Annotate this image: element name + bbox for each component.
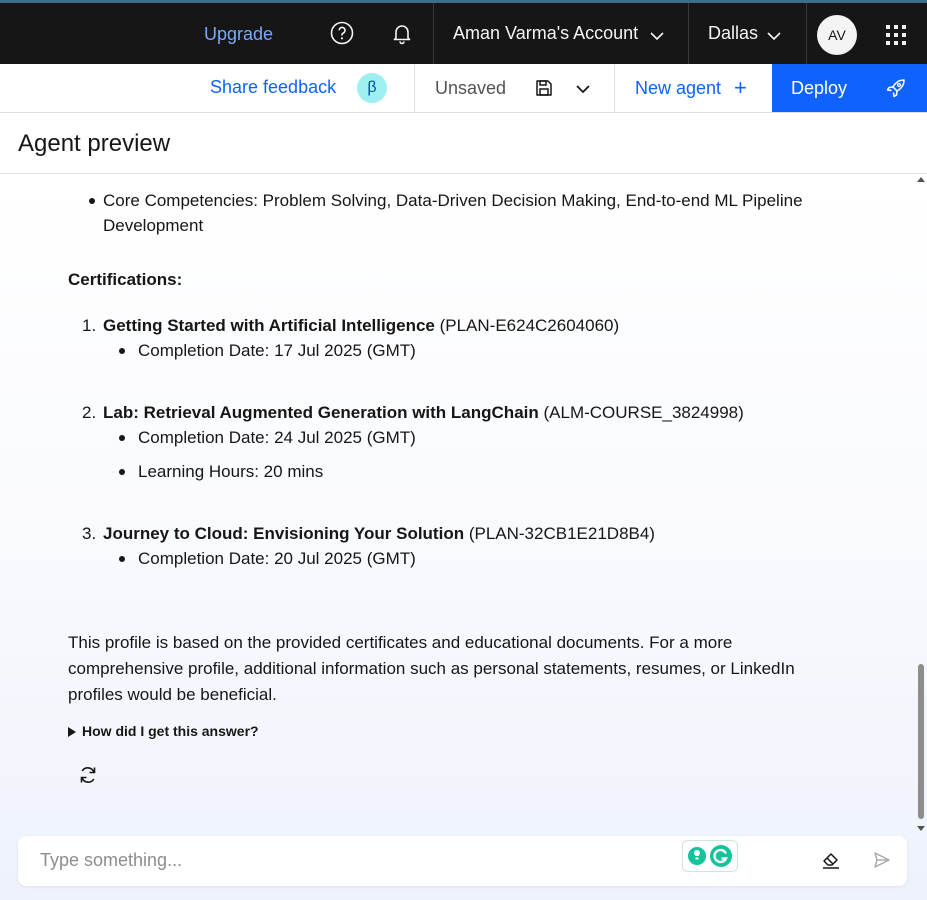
certificate-title: Lab: Retrieval Augmented Generation with… — [103, 403, 539, 422]
chevron-down-icon[interactable] — [650, 28, 664, 46]
caret-right-icon — [68, 727, 76, 737]
chat-transcript[interactable]: Core Competencies: Problem Solving, Data… — [0, 174, 927, 900]
chat-input-bar — [18, 836, 907, 886]
agent-toolbar: Share feedback β Unsaved New agent + Dep… — [0, 64, 927, 113]
toolbar-divider — [414, 64, 415, 112]
list-item: Learning Hours: 20 mins — [68, 459, 323, 484]
nav-divider — [688, 3, 689, 64]
scroll-down-arrow[interactable] — [917, 826, 925, 831]
beta-badge: β — [357, 73, 387, 103]
summary-text: This profile is based on the provided ce… — [68, 633, 733, 652]
competencies-text: Development — [103, 216, 204, 235]
grammarly-icon — [688, 845, 732, 867]
list-number: 3. — [82, 524, 97, 543]
new-agent-button[interactable]: New agent — [635, 78, 721, 99]
avatar[interactable]: AV — [817, 15, 857, 55]
chevron-down-icon[interactable] — [576, 81, 590, 99]
list-item: Completion Date: 20 Jul 2025 (GMT) — [68, 546, 416, 571]
chat-scrollbar[interactable] — [915, 174, 927, 834]
plus-icon[interactable]: + — [734, 75, 747, 101]
notification-icon[interactable] — [388, 19, 416, 47]
rocket-icon — [886, 78, 906, 103]
nav-divider — [806, 3, 807, 64]
toolbar-divider — [614, 64, 615, 112]
competencies-text: Core Competencies: Problem Solving, Data… — [103, 191, 803, 210]
completion-date: Completion Date: 24 Jul 2025 (GMT) — [138, 428, 416, 447]
summary-text: profiles would be beneficial. — [68, 685, 277, 704]
list-number: 2. — [82, 403, 97, 422]
region-switcher[interactable]: Dallas — [708, 23, 758, 44]
list-item: Core Competencies: Problem Solving, Data… — [68, 188, 893, 238]
certificate-code: (ALM-COURSE_3824998) — [543, 403, 744, 422]
upgrade-link[interactable]: Upgrade — [204, 24, 273, 45]
chevron-down-icon[interactable] — [767, 28, 781, 46]
list-item: Completion Date: 24 Jul 2025 (GMT) — [68, 425, 416, 450]
scrollbar-thumb[interactable] — [918, 664, 924, 819]
certificate-code: (PLAN-E624C2604060) — [439, 316, 620, 335]
deploy-button[interactable]: Deploy — [772, 64, 927, 112]
explanation-toggle-label: How did I get this answer? — [82, 723, 259, 739]
certificate-code: (PLAN-32CB1E21D8B4) — [468, 524, 655, 543]
certificate-title: Getting Started with Artificial Intellig… — [103, 316, 435, 335]
regenerate-icon[interactable] — [78, 765, 98, 792]
summary-paragraph: This profile is based on the provided ce… — [68, 630, 858, 708]
account-switcher[interactable]: Aman Varma's Account — [453, 23, 638, 44]
list-number: 1. — [82, 316, 97, 335]
nav-divider — [433, 3, 434, 64]
certifications-heading: Certifications: — [68, 270, 183, 289]
agent-preview-header: Agent preview — [0, 113, 927, 174]
eraser-icon[interactable] — [821, 850, 841, 875]
send-icon[interactable] — [873, 851, 891, 874]
completion-date: Completion Date: 17 Jul 2025 (GMT) — [138, 341, 416, 360]
completion-date: Completion Date: 20 Jul 2025 (GMT) — [138, 549, 416, 568]
grammarly-widget[interactable] — [682, 840, 738, 872]
deploy-label: Deploy — [791, 78, 848, 98]
app-switcher-icon[interactable] — [886, 25, 906, 45]
help-icon[interactable] — [328, 19, 356, 47]
save-status: Unsaved — [435, 78, 507, 98]
certificate-title: Journey to Cloud: Envisioning Your Solut… — [103, 524, 465, 543]
top-navigation: Upgrade Aman Varma's Account Dallas AV — [0, 0, 927, 64]
explanation-toggle[interactable]: How did I get this answer? — [68, 719, 259, 744]
learning-hours: Learning Hours: 20 mins — [138, 462, 324, 481]
chat-input[interactable] — [38, 849, 682, 872]
summary-text: comprehensive profile, additional inform… — [68, 659, 795, 678]
save-icon[interactable] — [535, 79, 553, 102]
share-feedback-link[interactable]: Share feedback — [210, 77, 336, 98]
scroll-up-arrow[interactable] — [917, 177, 925, 182]
page-title: Agent preview — [18, 130, 171, 157]
list-item: Completion Date: 17 Jul 2025 (GMT) — [68, 338, 416, 363]
